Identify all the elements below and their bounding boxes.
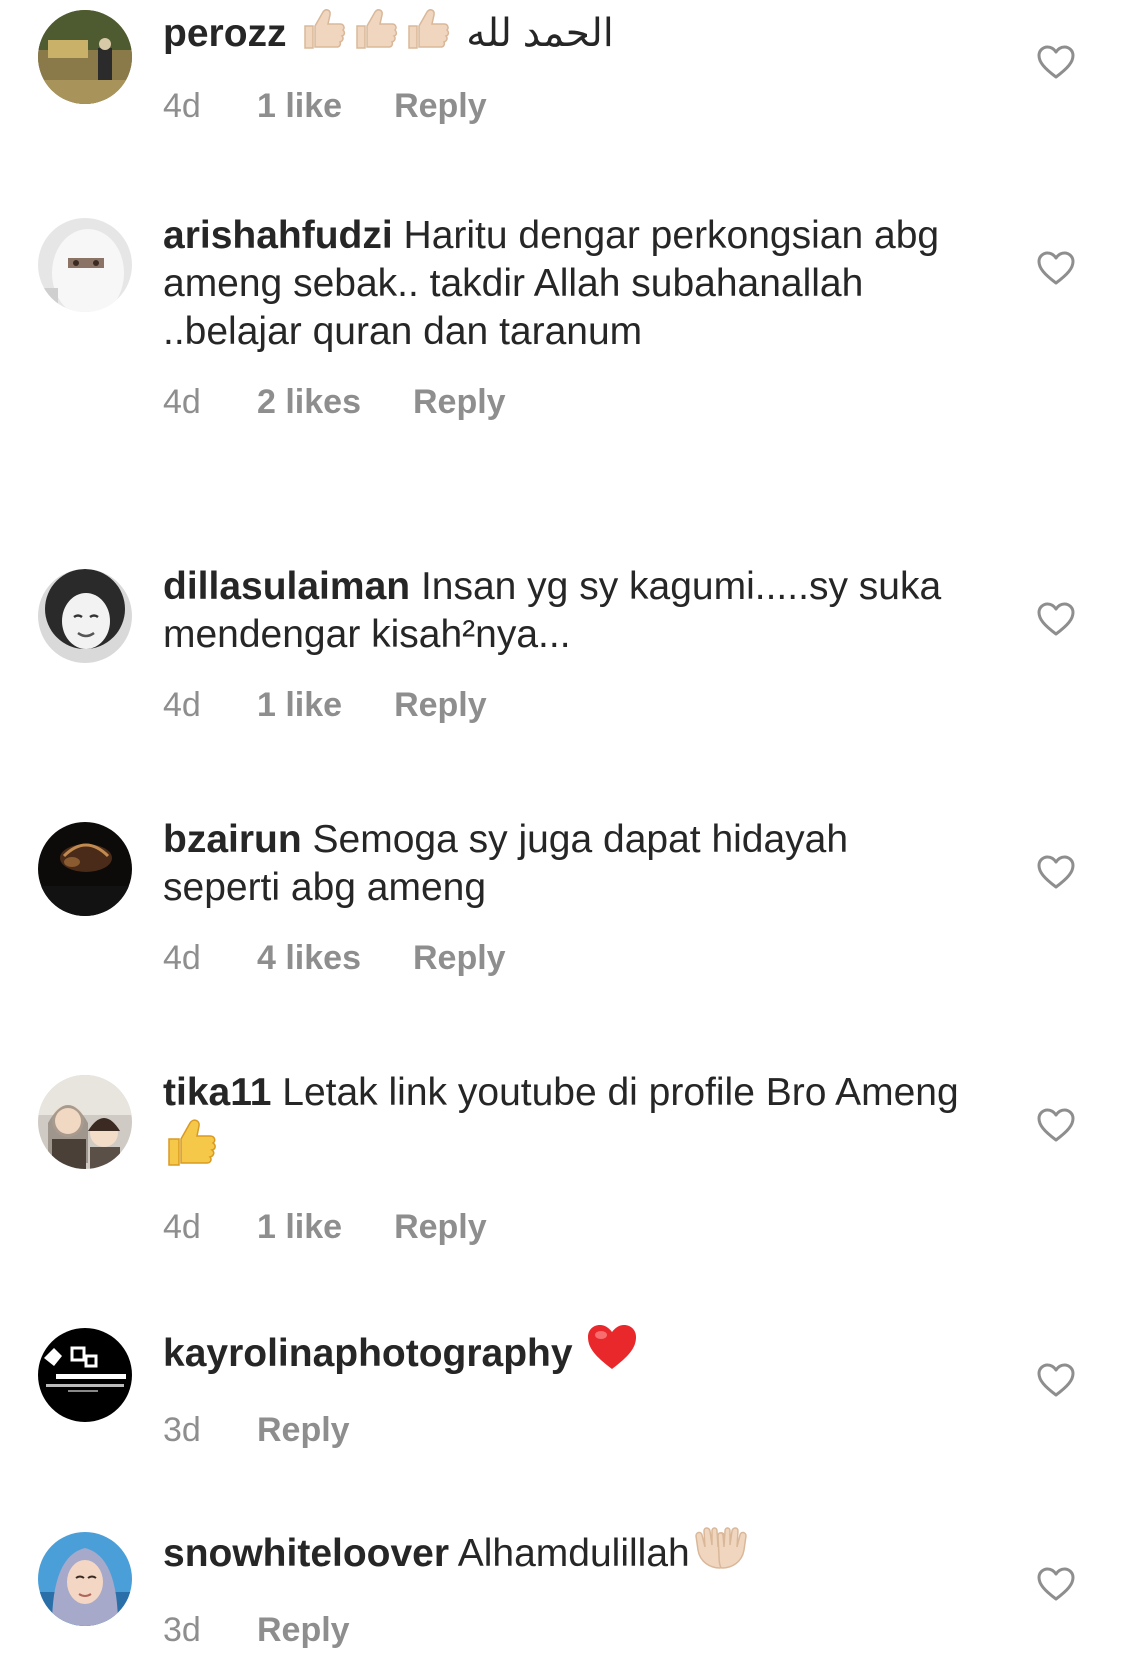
reply-button[interactable]: Reply xyxy=(257,1610,350,1650)
avatar[interactable] xyxy=(38,1075,132,1169)
comment-body: snowhiteloover Alhamdulillah 3d Reply xyxy=(163,1526,963,1650)
comment-username[interactable]: kayrolinaphotography xyxy=(163,1332,573,1375)
comment-time: 4d xyxy=(163,1208,201,1246)
heart-outline-icon[interactable] xyxy=(1036,250,1076,286)
avatar-photo-outdoor-icon xyxy=(38,10,132,104)
comment-meta: 4d 1 like Reply xyxy=(163,1207,963,1247)
comment-time: 3d xyxy=(163,1611,201,1649)
comment-text: perozz الحمد لله xyxy=(163,4,963,64)
heart-outline-icon[interactable] xyxy=(1036,1107,1076,1143)
thumbs-up-icon xyxy=(165,1117,217,1181)
avatar-logo-photography-icon xyxy=(38,1328,132,1422)
thumbs-up-light-icon xyxy=(299,4,455,64)
comment-meta: 3d Reply xyxy=(163,1410,963,1450)
comment-text: bzairun Semoga sy juga dapat hidayah sep… xyxy=(163,816,963,912)
comment-time: 4d xyxy=(163,939,201,977)
avatar[interactable] xyxy=(38,1532,132,1626)
comment-time: 4d xyxy=(163,686,201,724)
comment-meta: 4d 2 likes Reply xyxy=(163,382,963,422)
comment-username[interactable]: perozz xyxy=(163,12,287,55)
reply-button[interactable]: Reply xyxy=(413,382,506,422)
heart-outline-icon[interactable] xyxy=(1036,1566,1076,1602)
avatar[interactable] xyxy=(38,1328,132,1422)
comment-arabic-text: الحمد لله xyxy=(455,12,614,55)
comment-body: kayrolinaphotography 3d Reply xyxy=(163,1322,963,1450)
comment-text: tika11 Letak link youtube di profile Bro… xyxy=(163,1069,963,1181)
palms-up-together-icon xyxy=(692,1526,750,1584)
heart-outline-icon[interactable] xyxy=(1036,601,1076,637)
comment-likes[interactable]: 2 likes xyxy=(257,382,361,422)
comment-username[interactable]: bzairun xyxy=(163,818,302,861)
comment-username[interactable]: arishahfudzi xyxy=(163,214,393,257)
comment-likes[interactable]: 4 likes xyxy=(257,938,361,978)
comment-username[interactable]: dillasulaiman xyxy=(163,565,410,608)
comment-likes[interactable]: 1 like xyxy=(257,685,342,725)
avatar-photo-group-icon xyxy=(38,1075,132,1169)
reply-button[interactable]: Reply xyxy=(394,86,487,126)
comment-text: dillasulaiman Insan yg sy kagumi.....sy … xyxy=(163,563,963,659)
reply-button[interactable]: Reply xyxy=(257,1410,350,1450)
avatar[interactable] xyxy=(38,10,132,104)
comment-time: 4d xyxy=(163,87,201,125)
comment-meta: 3d Reply xyxy=(163,1610,963,1650)
heart-outline-icon[interactable] xyxy=(1036,854,1076,890)
comment-text: arishahfudzi Haritu dengar perkongsian a… xyxy=(163,212,963,356)
comment-body: dillasulaiman Insan yg sy kagumi.....sy … xyxy=(163,563,963,725)
comment-text: kayrolinaphotography xyxy=(163,1322,963,1384)
comment-meta: 4d 4 likes Reply xyxy=(163,938,963,978)
avatar-photo-hijab-icon xyxy=(38,1532,132,1626)
comment-meta: 4d 1 like Reply xyxy=(163,86,963,126)
avatar[interactable] xyxy=(38,218,132,312)
comment-time: 3d xyxy=(163,1411,201,1449)
reply-button[interactable]: Reply xyxy=(413,938,506,978)
comment-time: 4d xyxy=(163,383,201,421)
comment-likes[interactable]: 1 like xyxy=(257,86,342,126)
comment-username[interactable]: tika11 xyxy=(163,1071,271,1114)
comments-list: perozz الحمد لله 4d 1 like Reply arishah… xyxy=(0,0,1125,1665)
avatar-photo-portrait-icon xyxy=(38,569,132,663)
comment-body: tika11 Letak link youtube di profile Bro… xyxy=(163,1069,963,1247)
comment-body: arishahfudzi Haritu dengar perkongsian a… xyxy=(163,212,963,422)
comment-message: Alhamdulillah xyxy=(457,1532,690,1575)
comment-text: snowhiteloover Alhamdulillah xyxy=(163,1526,963,1584)
comment-username[interactable]: snowhiteloover xyxy=(163,1532,449,1575)
avatar[interactable] xyxy=(38,569,132,663)
reply-button[interactable]: Reply xyxy=(394,685,487,725)
comment-body: bzairun Semoga sy juga dapat hidayah sep… xyxy=(163,816,963,978)
heart-outline-icon[interactable] xyxy=(1036,44,1076,80)
avatar[interactable] xyxy=(38,822,132,916)
reply-button[interactable]: Reply xyxy=(394,1207,487,1247)
avatar-photo-veiled-icon xyxy=(38,218,132,312)
comment-likes[interactable]: 1 like xyxy=(257,1207,342,1247)
heart-outline-icon[interactable] xyxy=(1036,1362,1076,1398)
comment-body: perozz الحمد لله 4d 1 like Reply xyxy=(163,4,963,126)
red-heart-icon xyxy=(585,1322,639,1384)
avatar-photo-dark-icon xyxy=(38,822,132,916)
comment-meta: 4d 1 like Reply xyxy=(163,685,963,725)
comment-message: Letak link youtube di profile Bro Ameng xyxy=(282,1071,959,1114)
